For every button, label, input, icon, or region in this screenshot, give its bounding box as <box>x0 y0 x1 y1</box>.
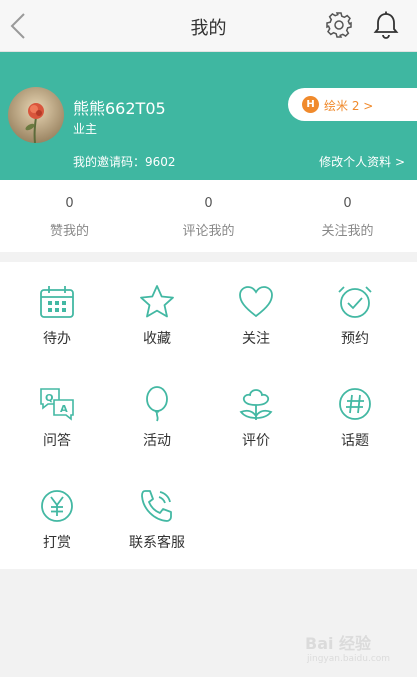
stat-likes[interactable]: 0 赞我的 <box>0 180 139 252</box>
menu-item-qa[interactable]: Q A 问答 <box>7 382 107 482</box>
calendar-icon <box>40 286 74 318</box>
edit-profile-link[interactable]: 修改个人资料 > <box>319 153 405 170</box>
menu-item-label: 问答 <box>43 433 71 449</box>
menu-item-events[interactable]: 活动 <box>107 382 207 482</box>
menu-item-label: 评价 <box>242 433 270 449</box>
stat-comments[interactable]: 0 评论我的 <box>139 180 278 252</box>
menu-item-todo[interactable]: 待办 <box>7 280 107 380</box>
page-title: 我的 <box>190 18 227 39</box>
svg-text:A: A <box>60 404 68 415</box>
menu-item-label: 联系客服 <box>129 535 185 551</box>
menu-item-label: 预约 <box>341 331 369 347</box>
menu-item-label: 话题 <box>341 433 369 449</box>
menu-item-favorites[interactable]: 收藏 <box>107 280 207 380</box>
flower-icon <box>239 389 273 420</box>
menu-item-label: 收藏 <box>143 331 171 347</box>
menu-grid: 待办 收藏 关注 预约 Q A 问答 活动 评价 话题 打赏 联系客服 <box>0 262 417 569</box>
menu-item-topics[interactable]: 话题 <box>305 382 405 482</box>
menu-item-customer-service[interactable]: 联系客服 <box>107 484 207 584</box>
rose-avatar-image <box>8 87 64 143</box>
menu-item-label: 活动 <box>143 433 171 449</box>
menu-item-label: 待办 <box>43 331 71 347</box>
menu-item-label: 打赏 <box>43 535 71 551</box>
menu-item-reviews[interactable]: 评价 <box>206 382 306 482</box>
stat-label: 关注我的 <box>321 224 374 239</box>
menu-item-tips[interactable]: 打赏 <box>7 484 107 584</box>
stats-row: 0 赞我的 0 评论我的 0 关注我的 <box>0 180 417 252</box>
hashtag-icon <box>339 388 371 420</box>
username: 熊熊662T05 <box>73 99 166 118</box>
bell-icon[interactable] <box>371 10 401 40</box>
stat-count: 0 <box>65 196 74 211</box>
points-label: 绘米 2 > <box>324 99 374 113</box>
menu-item-appointment[interactable]: 预约 <box>305 280 405 380</box>
watermark-subtext: jingyan.baidu.com <box>307 654 391 664</box>
watermark-text: Bai 经验 <box>305 634 372 653</box>
qa-icon: Q A <box>40 388 74 421</box>
svg-text:Q: Q <box>45 393 54 404</box>
user-role: 业主 <box>73 122 98 136</box>
stat-label: 赞我的 <box>49 224 89 239</box>
balloon-icon <box>146 386 168 422</box>
menu-item-label: 关注 <box>242 331 270 347</box>
stat-count: 0 <box>343 196 352 211</box>
stat-followers[interactable]: 0 关注我的 <box>278 180 417 252</box>
avatar[interactable] <box>8 87 64 143</box>
invite-code: 我的邀请码：9602 <box>73 155 176 169</box>
stat-label: 评论我的 <box>182 224 235 239</box>
points-badge-icon: H <box>302 96 319 113</box>
baidu-watermark: Bai 经验 jingyan.baidu.com <box>305 620 410 668</box>
alarm-clock-icon <box>338 286 372 318</box>
gear-icon[interactable] <box>325 11 353 39</box>
top-bar: 我的 <box>0 0 417 52</box>
star-icon <box>140 285 174 318</box>
yen-icon <box>41 490 73 522</box>
menu-item-follow[interactable]: 关注 <box>206 280 306 380</box>
heart-icon <box>239 286 273 318</box>
profile-banner: 熊熊662T05 业主 我的邀请码：9602 修改个人资料 > H 绘米 2 > <box>0 52 417 180</box>
stat-count: 0 <box>204 196 213 211</box>
points-button[interactable]: H 绘米 2 > <box>288 88 417 121</box>
phone-icon <box>141 490 172 522</box>
